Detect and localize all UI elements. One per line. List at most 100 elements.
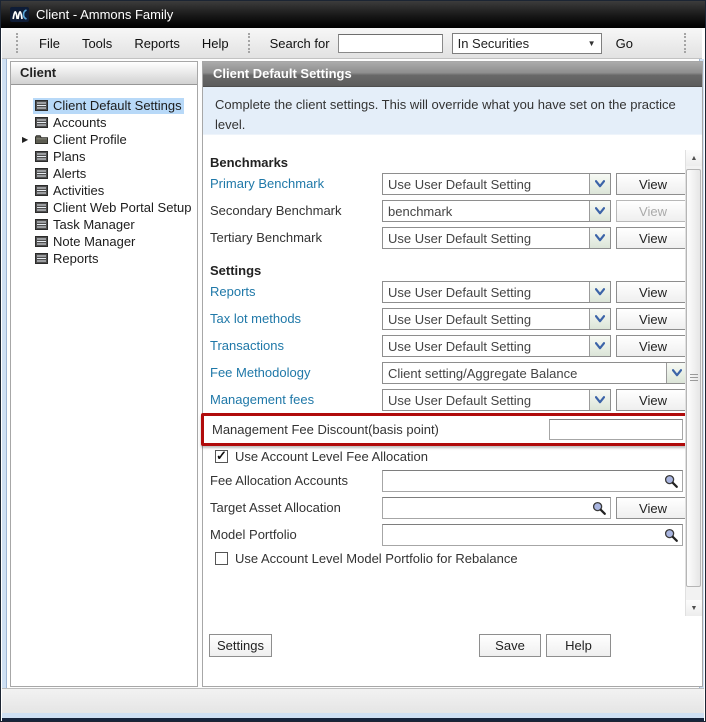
page-title: Client Default Settings (203, 62, 702, 87)
sidebar-item-reports[interactable]: Reports (11, 250, 197, 267)
primary-benchmark-link[interactable]: Primary Benchmark (210, 176, 324, 191)
view-button[interactable]: View (616, 389, 690, 411)
fee-allocation-accounts-input[interactable] (383, 471, 682, 491)
app-window: Client - Ammons Family File Tools Report… (0, 0, 706, 722)
menu-tools[interactable]: Tools (71, 32, 123, 55)
lookup-search-icon[interactable] (661, 526, 681, 544)
toolbar-grip[interactable] (16, 33, 20, 53)
scroll-down-icon[interactable]: ▼ (686, 600, 702, 616)
toolbar-grip[interactable] (248, 33, 252, 53)
target-asset-allocation-input[interactable] (383, 498, 610, 518)
form-row-target-asset-allocation: Target Asset Allocation View (203, 497, 702, 519)
sidebar-item-task-manager[interactable]: Task Manager (11, 216, 197, 233)
management-fees-select[interactable]: Use User Default Setting (382, 389, 611, 411)
management-fee-discount-highlight: Management Fee Discount(basis point) (201, 413, 693, 446)
sidebar-panel: Client Client Default Settings Accounts … (10, 61, 198, 687)
model-portfolio-input[interactable] (383, 525, 682, 545)
sidebar-header: Client (11, 62, 197, 85)
toolbar: File Tools Reports Help Search for In Se… (2, 28, 702, 59)
primary-benchmark-select[interactable]: Use User Default Setting (382, 173, 611, 195)
view-button[interactable]: View (616, 308, 690, 330)
page-description: Complete the client settings. This will … (203, 87, 702, 135)
sidebar-item-activities[interactable]: Activities (11, 182, 197, 199)
management-fees-link[interactable]: Management fees (210, 392, 314, 407)
sidebar-item-alerts[interactable]: Alerts (11, 165, 197, 182)
tertiary-benchmark-label: Tertiary Benchmark (210, 230, 322, 245)
form-row-tertiary-benchmark: Tertiary Benchmark Use User Default Sett… (203, 227, 702, 249)
menu-file[interactable]: File (28, 32, 71, 55)
tax-lot-methods-link[interactable]: Tax lot methods (210, 311, 301, 326)
scroll-up-icon[interactable]: ▲ (686, 150, 702, 166)
fee-allocation-checkbox-row: Use Account Level Fee Allocation (215, 448, 428, 464)
sidebar-item-client-default-settings[interactable]: Client Default Settings (11, 97, 197, 114)
help-button[interactable]: Help (546, 634, 611, 657)
table-icon (35, 202, 48, 213)
view-button-disabled: View (616, 200, 690, 222)
folder-icon (35, 134, 48, 145)
navigation-tree: Client Default Settings Accounts ▶ Clien… (11, 85, 197, 267)
view-button[interactable]: View (616, 173, 690, 195)
chevron-down-icon[interactable] (589, 201, 610, 221)
form-row-fee-methodology: Fee Methodology Client setting/Aggregate… (203, 362, 702, 384)
expand-arrow-icon[interactable]: ▶ (22, 135, 28, 144)
vertical-scrollbar[interactable]: ▲ ▼ (685, 150, 702, 616)
form-row-transactions: Transactions Use User Default Setting Vi… (203, 335, 702, 357)
lookup-search-icon[interactable] (589, 499, 609, 517)
reports-select[interactable]: Use User Default Setting (382, 281, 611, 303)
sidebar-item-label: Client Profile (53, 132, 127, 147)
view-button[interactable]: View (616, 497, 690, 519)
scrollbar-thumb[interactable] (686, 169, 701, 587)
view-button[interactable]: View (616, 227, 690, 249)
table-icon (35, 219, 48, 230)
chevron-down-icon[interactable] (589, 390, 610, 410)
save-button[interactable]: Save (479, 634, 541, 657)
sidebar-item-note-manager[interactable]: Note Manager (11, 233, 197, 250)
secondary-benchmark-select[interactable]: benchmark (382, 200, 611, 222)
tertiary-benchmark-select[interactable]: Use User Default Setting (382, 227, 611, 249)
sidebar-item-label: Reports (53, 251, 99, 266)
go-button[interactable]: Go (616, 36, 633, 51)
sidebar-item-label: Activities (53, 183, 104, 198)
sidebar-item-client-profile[interactable]: ▶ Client Profile (11, 131, 197, 148)
form-row-tax-lot-methods: Tax lot methods Use User Default Setting… (203, 308, 702, 330)
transactions-link[interactable]: Transactions (210, 338, 284, 353)
search-scope-select[interactable]: In Securities ▼ (452, 33, 602, 54)
form-row-primary-benchmark: Primary Benchmark Use User Default Setti… (203, 173, 702, 195)
fee-methodology-link[interactable]: Fee Methodology (210, 365, 310, 380)
sidebar-item-label: Task Manager (53, 217, 135, 232)
app-logo-icon (10, 7, 29, 22)
search-input[interactable] (338, 34, 443, 53)
management-fee-discount-label: Management Fee Discount(basis point) (212, 422, 439, 437)
menu-help[interactable]: Help (191, 32, 240, 55)
sidebar-item-plans[interactable]: Plans (11, 148, 197, 165)
chevron-down-icon[interactable] (589, 228, 610, 248)
model-portfolio-field (382, 524, 683, 546)
menu-reports[interactable]: Reports (123, 32, 191, 55)
section-title-settings: Settings (210, 263, 261, 278)
management-fee-discount-input[interactable] (549, 419, 683, 440)
chevron-down-icon[interactable] (589, 174, 610, 194)
toolbar-grip[interactable] (684, 33, 688, 53)
sidebar-item-accounts[interactable]: Accounts (11, 114, 197, 131)
lookup-search-icon[interactable] (661, 472, 681, 490)
view-button[interactable]: View (616, 335, 690, 357)
fee-methodology-select[interactable]: Client setting/Aggregate Balance (382, 362, 688, 384)
chevron-down-icon[interactable] (589, 282, 610, 302)
use-account-level-model-portfolio-checkbox[interactable] (215, 552, 228, 565)
chevron-down-icon[interactable] (589, 309, 610, 329)
settings-button[interactable]: Settings (209, 634, 272, 657)
transactions-select[interactable]: Use User Default Setting (382, 335, 611, 357)
form-row-management-fees: Management fees Use User Default Setting… (203, 389, 702, 411)
use-account-level-fee-allocation-checkbox[interactable] (215, 450, 228, 463)
search-label: Search for (270, 36, 330, 51)
chevron-down-icon[interactable] (666, 363, 687, 383)
tax-lot-methods-select[interactable]: Use User Default Setting (382, 308, 611, 330)
window-titlebar: Client - Ammons Family (1, 1, 705, 28)
view-button[interactable]: View (616, 281, 690, 303)
reports-link[interactable]: Reports (210, 284, 256, 299)
window-title: Client - Ammons Family (36, 7, 173, 22)
chevron-down-icon[interactable] (589, 336, 610, 356)
sidebar-item-client-web-portal-setup[interactable]: Client Web Portal Setup (11, 199, 197, 216)
target-asset-allocation-field (382, 497, 611, 519)
sidebar-item-label: Plans (53, 149, 86, 164)
